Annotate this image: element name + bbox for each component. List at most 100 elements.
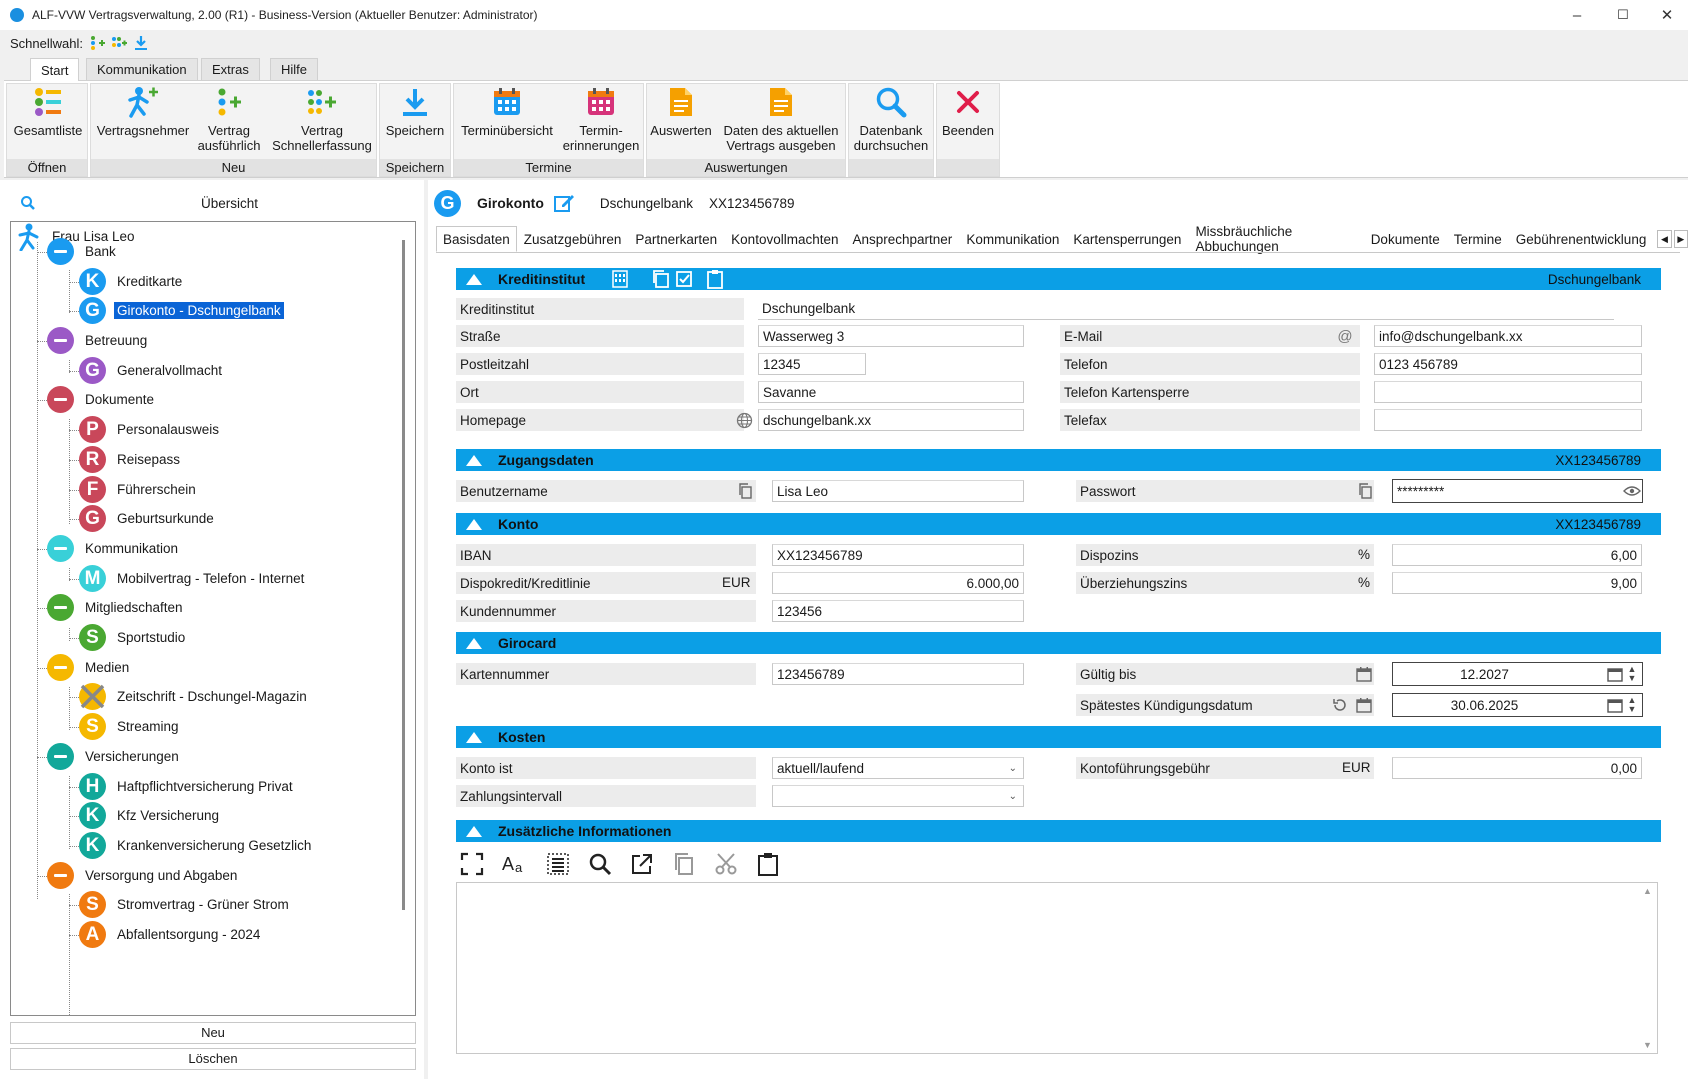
- tab-dokumente[interactable]: Dokumente: [1364, 226, 1447, 252]
- tree-item[interactable]: G Geburtsurkunde: [79, 505, 217, 532]
- plz-input[interactable]: 12345: [758, 353, 866, 375]
- tab-kontovollmachten[interactable]: Kontovollmachten: [724, 226, 845, 252]
- kundennr-input[interactable]: 123456: [772, 600, 1024, 622]
- ort-input[interactable]: Savanne: [758, 381, 1024, 403]
- notes-editor[interactable]: [456, 882, 1658, 1054]
- gesamtliste-button[interactable]: Gesamtliste: [10, 85, 86, 138]
- copy-icon[interactable]: [1357, 483, 1373, 499]
- tree-item[interactable]: M Mobilvertrag - Telefon - Internet: [79, 565, 307, 592]
- globe-icon[interactable]: [736, 412, 753, 429]
- collapse-icon[interactable]: [47, 238, 74, 265]
- tree-scrollbar[interactable]: [402, 240, 405, 910]
- edit-icon[interactable]: [553, 193, 574, 213]
- tree-item[interactable]: A Abfallentsorgung - 2024: [79, 921, 263, 948]
- overview-search-icon[interactable]: [20, 195, 36, 211]
- tree-category-dokumente[interactable]: Dokumente: [47, 386, 157, 413]
- kartennr-input[interactable]: 123456789: [772, 663, 1024, 685]
- tree-item[interactable]: K Krankenversicherung Gesetzlich: [79, 832, 314, 859]
- section-zusatz[interactable]: Zusätzliche Informationen: [456, 820, 1661, 842]
- neu-button[interactable]: Neu: [10, 1022, 416, 1044]
- tab-kommunikation[interactable]: Kommunikation: [959, 226, 1066, 252]
- calendar-picker-icon[interactable]: [1607, 697, 1623, 713]
- strasse-input[interactable]: Wasserweg 3: [758, 325, 1024, 347]
- copy-checked-icon[interactable]: [673, 269, 693, 289]
- tree-item[interactable]: S Streaming: [79, 713, 182, 740]
- iban-input[interactable]: XX123456789: [772, 544, 1024, 566]
- tab-zusatzgebuehren[interactable]: Zusatzgebühren: [517, 226, 629, 252]
- maximize-button[interactable]: ☐: [1600, 0, 1646, 30]
- ribbon-tab-kommunikation[interactable]: Kommunikation: [86, 58, 198, 80]
- tree-item[interactable]: S Sportstudio: [79, 624, 188, 651]
- collapse-icon[interactable]: [47, 327, 74, 354]
- collapse-icon[interactable]: [47, 862, 74, 889]
- tree-category-kommunikation[interactable]: Kommunikation: [47, 535, 181, 562]
- cut-icon[interactable]: [714, 852, 738, 876]
- find-icon[interactable]: [588, 852, 612, 876]
- tree-item[interactable]: P Personalausweis: [79, 416, 222, 443]
- email-input[interactable]: info@dschungelbank.xx: [1374, 325, 1642, 347]
- collapse-icon[interactable]: [466, 731, 482, 743]
- konto-ist-select[interactable]: aktuell/laufend ⌄: [772, 757, 1024, 779]
- beenden-button[interactable]: Beenden: [938, 85, 998, 138]
- spin-icon[interactable]: ▲ ▼: [1626, 695, 1638, 715]
- ribbon-tab-hilfe[interactable]: Hilfe: [270, 58, 319, 80]
- collapse-icon[interactable]: [466, 637, 482, 649]
- vertrag-schnellerfassung-button[interactable]: Vertrag Schnellerfassung: [268, 85, 376, 153]
- tree-item[interactable]: F Führerschein: [79, 476, 199, 503]
- tab-gebuehrenentwicklung[interactable]: Gebührenentwicklung: [1509, 226, 1654, 252]
- tab-scroll-left-icon[interactable]: ◀: [1657, 230, 1672, 248]
- collapse-icon[interactable]: [47, 594, 74, 621]
- tab-missbraeuchliche-abbuchungen[interactable]: Missbräuchliche Abbuchungen: [1188, 224, 1363, 254]
- quick-entry-icon[interactable]: [111, 35, 127, 51]
- speichern-button[interactable]: Speichern: [381, 85, 449, 138]
- tree-item[interactable]: K Kreditkarte: [79, 268, 185, 295]
- tel-sperre-input[interactable]: [1374, 381, 1642, 403]
- gueltig-input[interactable]: 12.2027: [1392, 662, 1643, 686]
- font-icon[interactable]: Aa: [502, 852, 528, 876]
- contract-tree[interactable]: Frau Lisa Leo Bank K Kreditkarte G Girokon…: [10, 221, 416, 1016]
- tree-category-mitgliedschaften[interactable]: Mitgliedschaften: [47, 594, 186, 621]
- section-konto[interactable]: Konto XX123456789: [456, 513, 1661, 535]
- collapse-icon[interactable]: [466, 825, 482, 837]
- fullscreen-icon[interactable]: [460, 852, 484, 876]
- datenbank-durchsuchen-button[interactable]: Datenbank durchsuchen: [850, 85, 932, 153]
- tree-item[interactable]: G Generalvollmacht: [79, 357, 225, 384]
- kuendigung-input[interactable]: 30.06.2025: [1392, 693, 1643, 717]
- calendar-picker-icon[interactable]: [1607, 666, 1623, 682]
- loeschen-button[interactable]: Löschen: [10, 1048, 416, 1070]
- scroll-up-icon[interactable]: ▲: [1643, 886, 1652, 896]
- benutzername-input[interactable]: Lisa Leo: [772, 480, 1024, 502]
- collapse-icon[interactable]: [47, 535, 74, 562]
- editor-scrollbar[interactable]: ▲ ▼: [1640, 884, 1656, 1052]
- kreditinstitut-input[interactable]: Dschungelbank: [758, 298, 1614, 320]
- section-kosten[interactable]: Kosten: [456, 726, 1661, 748]
- zahlint-select[interactable]: ⌄: [772, 785, 1024, 807]
- tree-item[interactable]: S Stromvertrag - Grüner Strom: [79, 891, 292, 918]
- collapse-icon[interactable]: [466, 518, 482, 530]
- section-kreditinstitut[interactable]: Kreditinstitut Dschungelbank: [456, 268, 1661, 290]
- dispozins-input[interactable]: 6,00: [1392, 544, 1642, 566]
- tab-ansprechpartner[interactable]: Ansprechpartner: [846, 226, 960, 252]
- ribbon-tab-extras[interactable]: Extras: [201, 58, 260, 80]
- telefax-input[interactable]: [1374, 409, 1642, 431]
- tree-category-medien[interactable]: Medien: [47, 654, 132, 681]
- minimize-button[interactable]: –: [1554, 0, 1600, 30]
- collapse-icon[interactable]: [47, 654, 74, 681]
- section-girocard[interactable]: Girocard: [456, 632, 1661, 654]
- terminerinnerungen-button[interactable]: Termin- erinnerungen: [560, 85, 642, 153]
- copy-icon[interactable]: [737, 483, 753, 499]
- close-button[interactable]: ✕: [1644, 0, 1688, 30]
- paste-icon[interactable]: [705, 269, 725, 289]
- open-external-icon[interactable]: [630, 852, 654, 876]
- vertrag-ausfuehrlich-button[interactable]: Vertrag ausführlich: [196, 85, 262, 153]
- collapse-icon[interactable]: [47, 743, 74, 770]
- calendar-icon[interactable]: [1356, 697, 1372, 713]
- homepage-input[interactable]: dschungelbank.xx: [758, 409, 1024, 431]
- kontogeb-input[interactable]: 0,00: [1392, 757, 1642, 779]
- reset-icon[interactable]: [1332, 697, 1348, 713]
- tree-item[interactable]: R Reisepass: [79, 446, 183, 473]
- collapse-icon[interactable]: [466, 273, 482, 285]
- tree-category-bank[interactable]: Bank: [47, 238, 119, 265]
- tree-category-betreuung[interactable]: Betreuung: [47, 327, 150, 354]
- auswerten-button[interactable]: Auswerten: [648, 85, 714, 138]
